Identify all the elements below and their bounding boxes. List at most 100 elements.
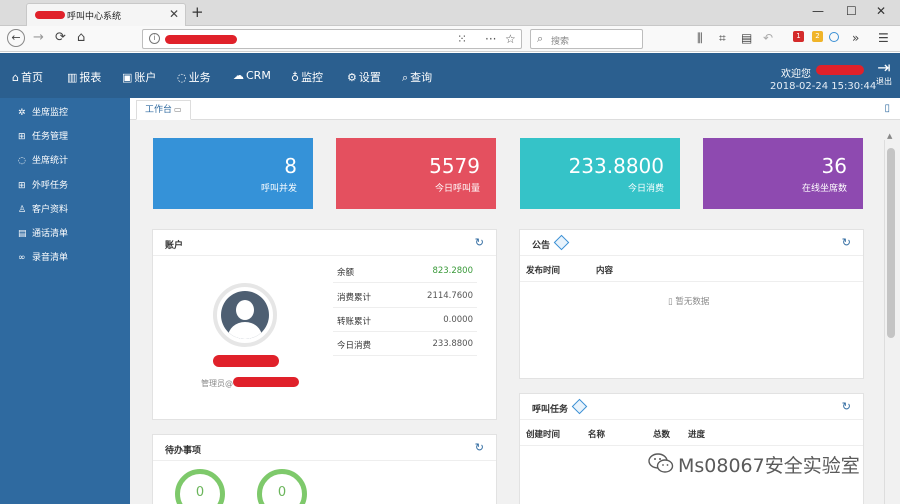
scrollbar-thumb[interactable]: [887, 148, 895, 338]
menu-settings[interactable]: ⚙ 设置: [347, 69, 381, 85]
refresh-icon[interactable]: ↻: [842, 236, 851, 249]
undo-icon[interactable]: ↶: [763, 31, 773, 45]
content-tabbar: 工作台 ▭ ▯: [130, 98, 900, 120]
sidebar-item-call-list[interactable]: ▤ 通话清单: [18, 226, 68, 239]
window-close-icon[interactable]: ✕: [876, 4, 886, 18]
logout-button[interactable]: ⇥ 退出: [872, 58, 896, 87]
scroll-up-icon[interactable]: ▲: [887, 132, 892, 140]
panel-header: 账户 ↻: [153, 230, 496, 256]
tab-label: 工作台: [145, 105, 173, 115]
url-bar[interactable]: i ⁙ ··· ☆: [142, 29, 522, 49]
menu-home[interactable]: ⌂ 首页: [12, 69, 43, 85]
sidebar-item-agent-stats[interactable]: ◌ 坐席统计: [18, 153, 68, 166]
sidebar-item-agent-monitor[interactable]: ✲ 坐席监控: [18, 105, 68, 118]
panel-toggle-icon[interactable]: ▯: [884, 103, 890, 114]
search-icon: ⌕: [402, 71, 409, 84]
menu-label: 业务: [188, 71, 211, 84]
hamburger-menu-icon[interactable]: ☰: [878, 31, 889, 45]
sidebar-item-recording-list[interactable]: ∞ 录音清单: [18, 250, 68, 263]
refresh-icon[interactable]: ↻: [475, 236, 484, 249]
library-icon[interactable]: ⫼: [697, 31, 703, 46]
menu-business[interactable]: ◌ 业务: [177, 69, 211, 85]
sidebar-item-customer-data[interactable]: ♙ 客户资料: [18, 202, 68, 215]
refresh-icon[interactable]: ↻: [475, 441, 484, 454]
qr-icon[interactable]: ⁙: [457, 32, 467, 46]
stat-card-today-calls: 5579 今日呼叫量: [336, 138, 496, 209]
sidebar: ✲ 坐席监控 ⊞ 任务管理 ◌ 坐席统计 ⊞ 外呼任务 ♙ 客户资料 ▤ 通话清单 ∞ 录音清…: [0, 98, 130, 504]
main-content: 工作台 ▭ ▯ 8 呼叫并发 5579 今日呼叫量 233.8800 今日消费 3…: [130, 98, 900, 504]
sidebar-item-outbound-tasks[interactable]: ⊞ 外呼任务: [18, 178, 68, 191]
redacted-url: [165, 35, 237, 44]
stat-value: 233.8800: [568, 154, 664, 178]
menu-query[interactable]: ⌕ 查询: [402, 69, 432, 85]
tape-icon: ∞: [18, 253, 26, 263]
menu-monitor[interactable]: ♁ 监控: [291, 69, 323, 85]
menu-crm[interactable]: ☁ CRM: [233, 69, 271, 82]
menu-reports[interactable]: ▥ 报表: [67, 69, 101, 85]
list-icon: ▤: [18, 229, 27, 239]
sidebar-item-label: 坐席统计: [32, 156, 69, 166]
menu-label: 监控: [301, 71, 324, 84]
new-tab-icon[interactable]: +: [191, 3, 204, 21]
account-row-total-spend: 消费累计 2114.7600: [333, 284, 477, 308]
browser-tab[interactable]: 呼叫中心系统 ✕: [26, 3, 186, 26]
stat-card-concurrent-calls: 8 呼叫并发: [153, 138, 313, 209]
tab-title: 呼叫中心系统: [67, 12, 122, 22]
tab-close-icon[interactable]: ✕: [169, 7, 179, 21]
stat-card-today-spend: 233.8800 今日消费: [520, 138, 680, 209]
browser-navbar: ← → ⟳ ⌂ i ⁙ ··· ☆ ⌕ 搜索 ⫼ ⌗ ▤ ↶ 1 2 » ☰: [0, 26, 900, 52]
todo-panel: 待办事项 ↻ 0 0: [152, 434, 497, 504]
info-icon[interactable]: i: [149, 33, 160, 44]
col-name: 名称: [588, 430, 606, 440]
logout-icon: ⇥: [877, 58, 891, 77]
diamond-icon: [571, 398, 588, 415]
grid-icon: ⊞: [18, 181, 26, 191]
row-value: 2114.7600: [427, 291, 473, 301]
reload-icon[interactable]: ⟳: [55, 30, 66, 45]
stat-card-online-agents: 36 在线坐席数: [703, 138, 863, 209]
empty-icon: ▯: [668, 297, 673, 307]
home-icon: ⌂: [12, 71, 19, 84]
todo-count-ring[interactable]: 0: [257, 469, 307, 504]
home-icon[interactable]: ⌂: [77, 30, 85, 45]
refresh-icon[interactable]: ↻: [842, 400, 851, 413]
todo-count-ring[interactable]: 0: [175, 469, 225, 504]
panel-title: 账户: [165, 241, 184, 251]
forward-icon[interactable]: →: [33, 30, 44, 45]
panel-title: 待办事项: [165, 446, 202, 456]
snowflake-icon: ✲: [18, 108, 26, 118]
stat-label: 今日呼叫量: [434, 184, 480, 194]
col-progress: 进度: [688, 430, 706, 440]
bookmark-star-icon[interactable]: ☆: [505, 32, 516, 46]
minimize-icon[interactable]: —: [812, 4, 824, 18]
watermark-text: Ms08067安全实验室: [678, 455, 860, 477]
notice-table-header: 发布时间 内容: [520, 256, 863, 282]
stat-value: 36: [821, 154, 847, 178]
row-key: 转账累计: [337, 317, 372, 327]
tab-workbench[interactable]: 工作台 ▭: [136, 100, 191, 120]
browser-search-input[interactable]: ⌕ 搜索: [530, 29, 643, 49]
panel-header: 待办事项 ↻: [153, 435, 496, 461]
sidebar-item-label: 外呼任务: [32, 181, 69, 191]
sidebar-item-task-management[interactable]: ⊞ 任务管理: [18, 129, 68, 142]
app-header: ⌂ 首页 ▥ 报表 ▣ 账户 ◌ 业务 ☁ CRM ♁ 监控 ⚙ 设置 ⌕ 查询 欢迎您 201…: [0, 53, 900, 98]
extension-yellow-icon[interactable]: 2: [812, 31, 823, 42]
menu-account[interactable]: ▣ 账户: [122, 69, 156, 85]
sidebar-item-label: 录音清单: [32, 253, 69, 263]
menu-label: 首页: [20, 71, 43, 84]
screenshot-icon[interactable]: ⌗: [719, 31, 726, 46]
current-datetime: 2018-02-24 15:30:44: [770, 81, 877, 92]
back-icon[interactable]: ←: [7, 29, 25, 47]
maximize-icon[interactable]: ☐: [846, 4, 857, 18]
more-icon[interactable]: ···: [485, 32, 496, 46]
tab-window-icon: ▭: [174, 105, 182, 114]
extension-red-icon[interactable]: 1: [793, 31, 804, 42]
reader-icon[interactable]: ▤: [741, 31, 752, 45]
menu-label: 报表: [79, 71, 102, 84]
account-icon: ▣: [122, 71, 133, 84]
extension-blue-icon[interactable]: [829, 32, 839, 42]
page-scrollbar[interactable]: [884, 140, 896, 504]
stat-value: 8: [284, 154, 297, 178]
todo-count: 0: [195, 485, 205, 500]
overflow-icon[interactable]: »: [852, 31, 859, 45]
